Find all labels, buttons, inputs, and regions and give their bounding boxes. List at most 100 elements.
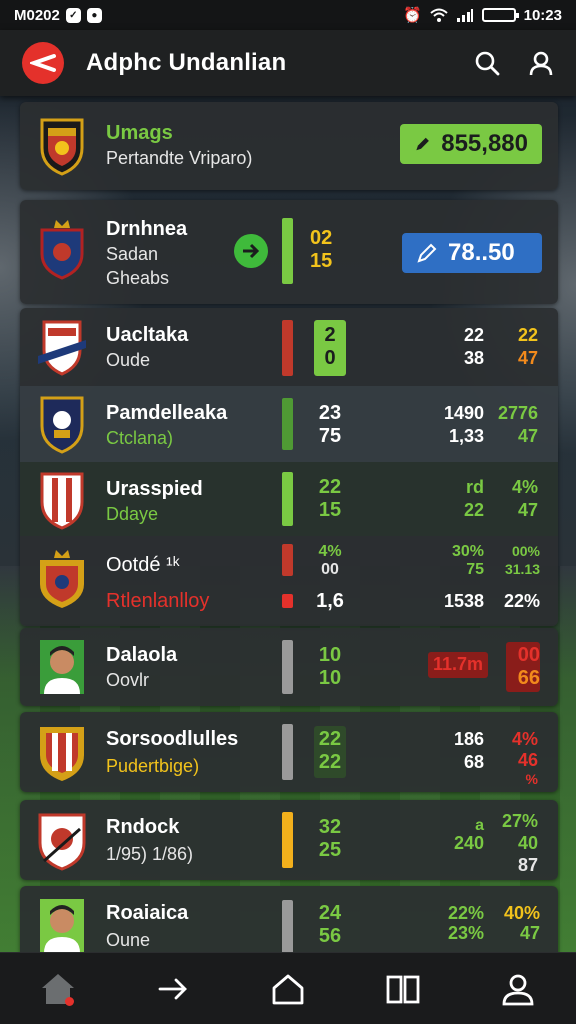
status-bar-red <box>282 320 293 376</box>
stat-1a: rd <box>466 477 484 497</box>
odds-value: 855,880 <box>441 130 528 157</box>
match-row[interactable]: Rndock 1/95) 1/86) 32 25 a 240 27% 40 87 <box>20 800 558 880</box>
arrow-right-icon[interactable] <box>234 234 268 268</box>
match-row[interactable]: Ootdé ¹ᵏ Rtlenlanlloy 4% 00 1,6 30% 75 1… <box>20 536 558 626</box>
odds-button[interactable]: 78..50 <box>402 233 542 273</box>
stat-2a: 4% <box>511 729 538 749</box>
match-row[interactable]: Pamdelleaka Ctclana) 23 75 1490 1,33 277… <box>20 386 558 462</box>
team-subtitle: Rtlenlanlloy <box>106 590 210 612</box>
home-icon[interactable] <box>28 964 88 1014</box>
stat-1b: 68 <box>463 752 484 772</box>
stat-1a: 1490 <box>443 403 484 423</box>
stat-1b: 1,33 <box>448 426 484 446</box>
stat-1b: 23% <box>447 923 484 943</box>
player-avatar-icon <box>40 640 84 694</box>
signal-icon <box>456 9 473 22</box>
team-name: Sorsoodlulles <box>106 728 239 750</box>
team-name: Rndock <box>106 816 180 838</box>
status-bar-gray <box>282 900 293 954</box>
status-bar-green <box>282 472 293 526</box>
team-subtitle: Sadan <box>106 244 159 264</box>
stat-1b: 75 <box>466 561 484 578</box>
team-subtitle: 1/95) 1/86) <box>106 844 194 864</box>
team-subtitle: Oude <box>106 350 151 370</box>
odds-button[interactable]: 855,880 <box>400 124 542 164</box>
score-top: 02 <box>310 227 333 249</box>
book-icon[interactable] <box>373 964 433 1014</box>
match-group-card: Uacltaka Oude 2 0 22 38 22 47 Pamdelleak… <box>20 308 558 626</box>
score-bottom: 25 <box>318 839 342 861</box>
score-bottom: 00 <box>321 561 339 578</box>
status-time-right: 10:23 <box>523 6 562 24</box>
app-header: Adphc Undanlian <box>0 30 576 96</box>
pencil-icon <box>416 137 429 151</box>
status-bar-gray <box>282 724 293 780</box>
arrow-icon[interactable] <box>143 964 203 1014</box>
battery-icon <box>481 8 519 22</box>
score-top: 23 <box>318 402 342 424</box>
featured-card[interactable]: Umags Pertandte Vriparo) 855,880 <box>20 102 558 190</box>
notification-icon-2: ● <box>86 7 102 23</box>
team-crest-icon <box>40 550 84 608</box>
stat-2b: 47 <box>519 923 540 943</box>
team-subtitle: Ctclana) <box>106 428 174 448</box>
team-subtitle: Pudertbige) <box>106 756 200 776</box>
team-name: Pamdelleaka <box>106 402 228 424</box>
house-icon[interactable] <box>258 964 318 1014</box>
team-name: Umags <box>106 122 173 144</box>
team-name: Dalaola <box>106 644 178 666</box>
notification-icon: ✓ <box>65 7 81 23</box>
stat-2a: 2776 <box>497 403 538 423</box>
team-name: Uacltaka <box>106 324 189 346</box>
score-bottom: 22 <box>318 751 342 773</box>
notification-badge <box>64 996 74 1006</box>
back-arrow-icon <box>30 54 56 72</box>
match-row[interactable]: Sorsoodlulles Pudertbige) 22 22 186 68 4… <box>20 712 558 792</box>
app-logo[interactable] <box>22 42 64 84</box>
featured-match-card[interactable]: Drnhnea Sadan Gheabs 02 15 78..50 <box>20 200 558 304</box>
stat-2c: 22% <box>503 591 540 611</box>
stat-tag: 11.7m <box>432 654 484 674</box>
stat-1a: 186 <box>453 729 484 749</box>
user-icon[interactable] <box>528 50 554 76</box>
match-row[interactable]: Uacltaka Oude 2 0 22 38 22 47 <box>20 308 558 386</box>
stat-2a: 4% <box>511 477 538 497</box>
team-crest-icon <box>38 813 86 871</box>
stat-1c: 1538 <box>443 591 484 611</box>
team-name: Ootdé ¹ᵏ <box>106 554 180 576</box>
stat-2b: 31.13 <box>504 561 540 577</box>
stat-2a: 22 <box>517 325 538 345</box>
score-top: 24 <box>318 902 342 924</box>
score-top: 32 <box>318 816 342 838</box>
score-extra: 1,6 <box>316 590 344 612</box>
team-subtitle: Oune <box>106 930 151 950</box>
player-avatar-icon <box>40 899 84 953</box>
status-bar: M0202 ✓ ● ⏰ 10:23 <box>0 0 576 30</box>
stat-2b: 47 <box>517 426 538 446</box>
odds-value: 78..50 <box>448 239 515 266</box>
search-icon[interactable] <box>474 50 500 76</box>
score-top: 22 <box>318 476 342 498</box>
score-bottom: 0 <box>324 347 336 369</box>
stat-2c: 87 <box>517 855 538 875</box>
stat-2b: 47 <box>517 348 538 368</box>
team-subtitle-2: Gheabs <box>106 268 170 288</box>
status-bar-red <box>282 544 293 576</box>
bottom-navigation <box>0 952 576 1024</box>
match-row[interactable]: Urasspied Ddaye 22 15 rd 22 4% 47 <box>20 462 558 536</box>
team-subtitle: Pertandte Vriparo) <box>106 148 253 168</box>
status-bar-gray <box>282 640 293 694</box>
wifi-icon <box>429 8 448 22</box>
match-row[interactable]: Dalaola Oovlr 10 10 11.7m 00 66 <box>20 628 558 706</box>
stat-1b: 22 <box>463 500 484 520</box>
stat-2b: 47 <box>517 500 538 520</box>
score-bottom: 56 <box>318 925 342 947</box>
score-bottom: 75 <box>318 425 342 447</box>
status-bar-green <box>282 398 293 450</box>
score-top: 22 <box>318 728 342 750</box>
team-crest-icon <box>40 396 84 454</box>
stat-2a: 27% <box>501 811 538 831</box>
profile-icon[interactable] <box>488 964 548 1014</box>
score-bottom: 10 <box>318 667 342 689</box>
team-name: Drnhnea <box>106 218 188 240</box>
